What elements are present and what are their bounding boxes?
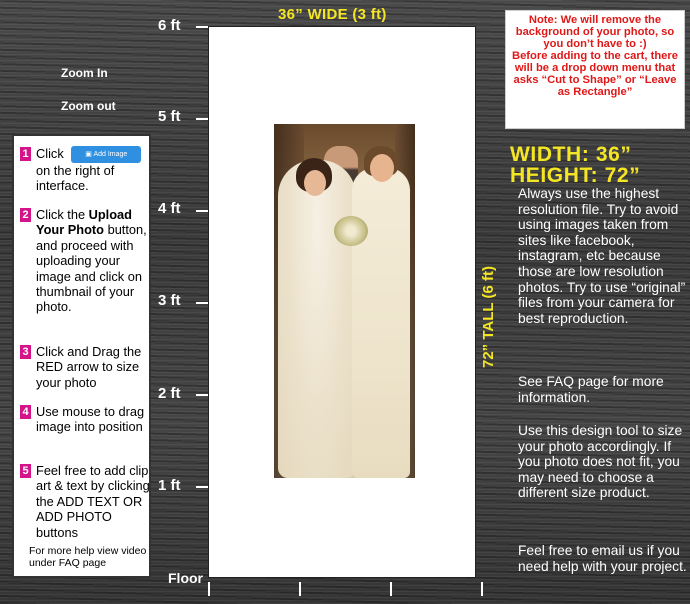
ruler-tick bbox=[196, 302, 208, 304]
step-2-body: Click the Upload Your Photo button, and … bbox=[36, 207, 151, 315]
resolution-tip: Always use the highest resolution file. … bbox=[518, 186, 686, 326]
bottom-tick bbox=[299, 582, 301, 596]
photo-groom bbox=[352, 168, 410, 478]
bottom-tick bbox=[208, 582, 210, 596]
uploaded-photo[interactable] bbox=[274, 124, 415, 478]
zoom-out-button[interactable]: Zoom out bbox=[61, 99, 116, 113]
ruler-label-5ft: 5 ft bbox=[158, 108, 181, 125]
instructions-panel: 1 Click ▣ Add Image on the right of inte… bbox=[12, 134, 151, 578]
step-5-body: Feel free to add clip art & text by clic… bbox=[36, 463, 150, 540]
floor-label: Floor bbox=[168, 570, 203, 586]
step-number-2: 2 bbox=[20, 208, 31, 222]
ruler-tick bbox=[196, 486, 208, 488]
step-1-text-a: Click bbox=[36, 146, 64, 161]
bottom-tick bbox=[481, 582, 483, 596]
step-4: 4 Use mouse to drag image into position bbox=[20, 404, 144, 434]
photo-bouquet bbox=[334, 216, 368, 246]
step-5: 5 Feel free to add clip art & text by cl… bbox=[20, 463, 150, 540]
ruler-label-4ft: 4 ft bbox=[158, 200, 181, 217]
photo-bride-face bbox=[304, 170, 326, 196]
help-note: For more help view video under FAQ page bbox=[29, 545, 147, 569]
zoom-in-button[interactable]: Zoom In bbox=[61, 66, 108, 80]
step-1-text-b: on the right of interface. bbox=[36, 163, 115, 194]
step-number-1: 1 bbox=[20, 147, 31, 161]
note-line-2: Before adding to the cart, there will be… bbox=[512, 50, 678, 98]
bottom-tick bbox=[390, 582, 392, 596]
ruler-tick bbox=[196, 118, 208, 120]
step-3-body: Click and Drag the RED arrow to size you… bbox=[36, 344, 142, 390]
photo-bride bbox=[278, 160, 356, 478]
ruler-tick bbox=[196, 210, 208, 212]
ruler-label-3ft: 3 ft bbox=[158, 292, 181, 309]
height-label: HEIGHT: 72” bbox=[510, 164, 641, 187]
note-box: Note: We will remove the background of y… bbox=[505, 10, 685, 129]
step-4-body: Use mouse to drag image into position bbox=[36, 404, 145, 435]
ruler-tick bbox=[196, 26, 208, 28]
step-3: 3 Click and Drag the RED arrow to size y… bbox=[20, 344, 141, 390]
step-1-body: Click ▣ Add Image on the right of interf… bbox=[36, 146, 151, 194]
step-number-5: 5 bbox=[20, 464, 31, 478]
faq-tip: See FAQ page for more information. bbox=[518, 374, 664, 405]
step-1: 1 Click ▣ Add Image on the right of inte… bbox=[20, 146, 142, 193]
step-2: 2 Click the Upload Your Photo button, an… bbox=[20, 207, 147, 314]
step-number-4: 4 bbox=[20, 405, 31, 419]
add-image-button-label: Add Image bbox=[93, 151, 128, 158]
ruler-tick bbox=[196, 394, 208, 396]
canvas-height-label: 72” TALL (6 ft) bbox=[480, 266, 497, 368]
canvas-width-title: 36” WIDE (3 ft) bbox=[278, 6, 387, 23]
add-image-button[interactable]: ▣ Add Image bbox=[71, 146, 142, 163]
step-number-3: 3 bbox=[20, 345, 31, 359]
sizing-tip: Use this design tool to size your photo … bbox=[518, 423, 683, 501]
note-line-1: Note: We will remove the background of y… bbox=[515, 14, 675, 50]
email-tip: Feel free to email us if you need help w… bbox=[518, 543, 687, 574]
photo-groom-face bbox=[370, 154, 394, 182]
step-2-text-a: Click the bbox=[36, 207, 89, 222]
